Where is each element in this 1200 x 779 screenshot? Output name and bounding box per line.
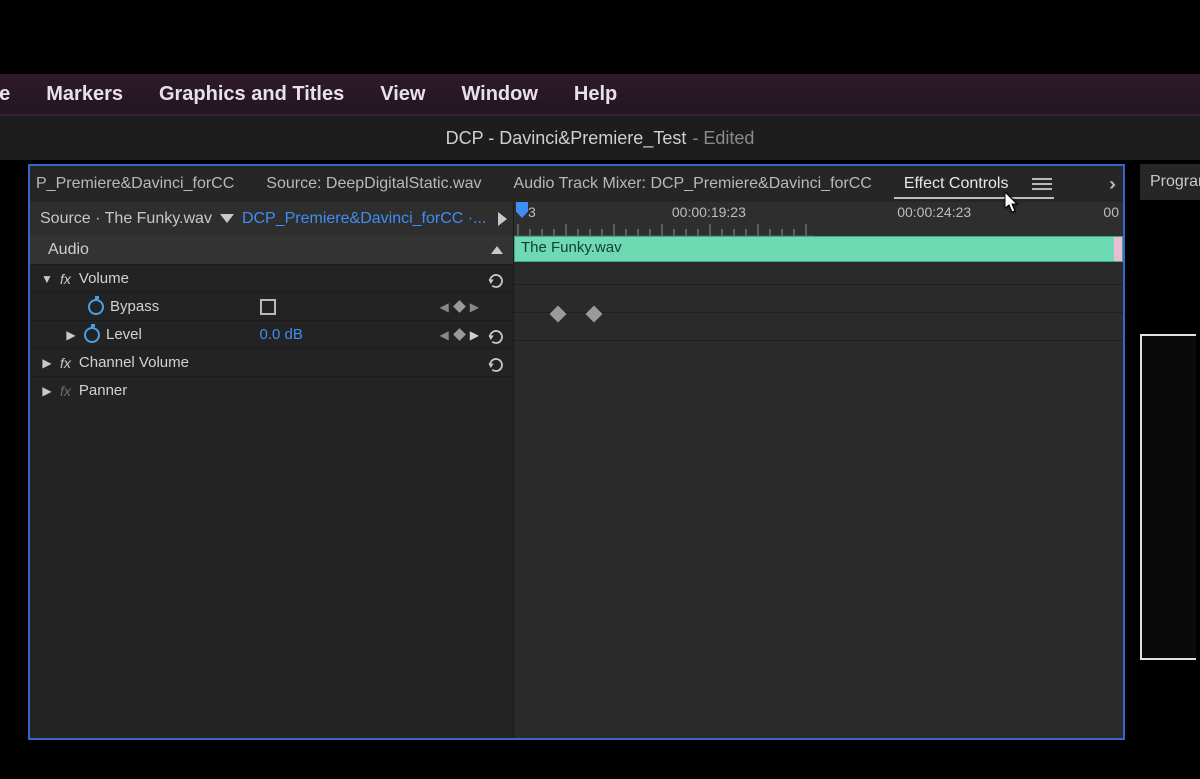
playhead[interactable] bbox=[516, 202, 528, 218]
next-keyframe-icon[interactable]: ▶ bbox=[470, 328, 479, 342]
program-panel-sliver: Program bbox=[1140, 164, 1200, 660]
reset-icon[interactable] bbox=[487, 272, 505, 286]
add-keyframe-icon[interactable] bbox=[453, 300, 466, 313]
keyframe-diamond[interactable] bbox=[550, 306, 567, 323]
ruler-tc: 3 bbox=[528, 204, 536, 220]
panner-row[interactable]: fx Panner bbox=[30, 376, 513, 404]
clip-out-handle[interactable] bbox=[1114, 237, 1122, 261]
panner-label: Panner bbox=[79, 382, 127, 399]
project-status: - Edited bbox=[692, 128, 754, 149]
effect-properties-column: Source · The Funky.wav DCP_Premiere&Davi… bbox=[30, 202, 514, 738]
tab-source-wav[interactable]: Source: DeepDigitalStatic.wav bbox=[250, 175, 497, 193]
sequence-link[interactable]: DCP_Premiere&Davinci_forCC ·... bbox=[242, 210, 492, 228]
menu-item-graphics[interactable]: Graphics and Titles bbox=[141, 73, 362, 115]
menu-bar: ce Markers Graphics and Titles View Wind… bbox=[0, 74, 1200, 116]
ruler-tc: 00:00:24:23 bbox=[897, 204, 971, 220]
volume-label: Volume bbox=[79, 270, 129, 287]
channel-volume-label: Channel Volume bbox=[79, 354, 189, 371]
volume-effect-row[interactable]: fx Volume bbox=[30, 264, 513, 292]
bypass-label: Bypass bbox=[110, 298, 159, 315]
level-label: Level bbox=[106, 326, 142, 343]
overflow-chevron-icon[interactable]: ›› bbox=[1109, 174, 1111, 195]
fx-icon[interactable]: fx bbox=[60, 355, 71, 371]
menu-item-window[interactable]: Window bbox=[443, 73, 555, 115]
twist-panner[interactable] bbox=[40, 384, 54, 398]
panel-menu-icon[interactable] bbox=[1032, 178, 1052, 190]
effect-timeline-column: 3 00:00:19:23 00:00:24:23 00 The Funky.w… bbox=[514, 202, 1123, 738]
twist-level[interactable] bbox=[64, 328, 78, 342]
document-title-bar: DCP - Davinci&Premiere_Test - Edited bbox=[0, 116, 1200, 160]
keyframe-nav-level: ◀ ▶ bbox=[440, 328, 479, 342]
mini-timeline-ruler[interactable]: 3 00:00:19:23 00:00:24:23 00 bbox=[514, 202, 1123, 236]
bypass-checkbox[interactable] bbox=[260, 299, 276, 315]
effect-controls-panel: P_Premiere&Davinci_forCC Source: DeepDig… bbox=[28, 164, 1125, 740]
menu-item-markers[interactable]: Markers bbox=[28, 73, 141, 115]
ruler-ticks bbox=[514, 222, 814, 236]
play-icon[interactable] bbox=[498, 212, 507, 226]
reset-icon[interactable] bbox=[487, 328, 505, 342]
bypass-row[interactable]: Bypass ◀ ▶ bbox=[30, 292, 513, 320]
ruler-tc: 00 bbox=[1103, 204, 1119, 220]
keyframe-nav-bypass: ◀ ▶ bbox=[440, 300, 479, 314]
next-keyframe-icon[interactable]: ▶ bbox=[470, 300, 479, 314]
fx-icon[interactable]: fx bbox=[60, 383, 71, 399]
audio-section-label: Audio bbox=[48, 241, 89, 259]
stopwatch-icon[interactable] bbox=[84, 327, 100, 343]
stopwatch-icon[interactable] bbox=[88, 299, 104, 315]
source-clip-row: Source · The Funky.wav DCP_Premiere&Davi… bbox=[30, 202, 513, 236]
channel-volume-row[interactable]: fx Channel Volume bbox=[30, 348, 513, 376]
add-keyframe-icon[interactable] bbox=[453, 328, 466, 341]
prev-keyframe-icon[interactable]: ◀ bbox=[440, 328, 449, 342]
menu-item-view[interactable]: View bbox=[362, 73, 443, 115]
clip-bar[interactable]: The Funky.wav bbox=[514, 236, 1123, 262]
tab-program[interactable]: Program bbox=[1140, 164, 1200, 200]
source-label: Source · The Funky.wav bbox=[40, 210, 212, 228]
clip-bar-label: The Funky.wav bbox=[521, 239, 622, 256]
fx-icon[interactable]: fx bbox=[60, 271, 71, 287]
tab-source-premiere[interactable]: P_Premiere&Davinci_forCC bbox=[30, 175, 250, 193]
keyframe-area[interactable] bbox=[514, 262, 1123, 738]
audio-section-header[interactable]: Audio bbox=[30, 236, 513, 264]
tab-effect-controls[interactable]: Effect Controls bbox=[888, 175, 1025, 193]
reset-icon[interactable] bbox=[487, 356, 505, 370]
tab-audio-mixer[interactable]: Audio Track Mixer: DCP_Premiere&Davinci_… bbox=[498, 175, 888, 193]
collapse-up-icon[interactable] bbox=[491, 246, 503, 254]
menu-item-sequence[interactable]: ce bbox=[0, 73, 28, 115]
level-row[interactable]: Level 0.0 dB ◀ ▶ bbox=[30, 320, 513, 348]
chevron-down-icon[interactable] bbox=[220, 214, 234, 224]
twist-volume[interactable] bbox=[40, 272, 54, 286]
menu-item-help[interactable]: Help bbox=[556, 73, 635, 115]
panel-tab-strip: P_Premiere&Davinci_forCC Source: DeepDig… bbox=[30, 166, 1123, 202]
project-name: DCP - Davinci&Premiere_Test bbox=[446, 128, 687, 149]
prev-keyframe-icon[interactable]: ◀ bbox=[440, 300, 449, 314]
keyframe-diamond[interactable] bbox=[586, 306, 603, 323]
twist-channel[interactable] bbox=[40, 356, 54, 370]
ruler-tc: 00:00:19:23 bbox=[672, 204, 746, 220]
level-value[interactable]: 0.0 dB bbox=[260, 326, 303, 343]
program-monitor bbox=[1140, 334, 1196, 660]
